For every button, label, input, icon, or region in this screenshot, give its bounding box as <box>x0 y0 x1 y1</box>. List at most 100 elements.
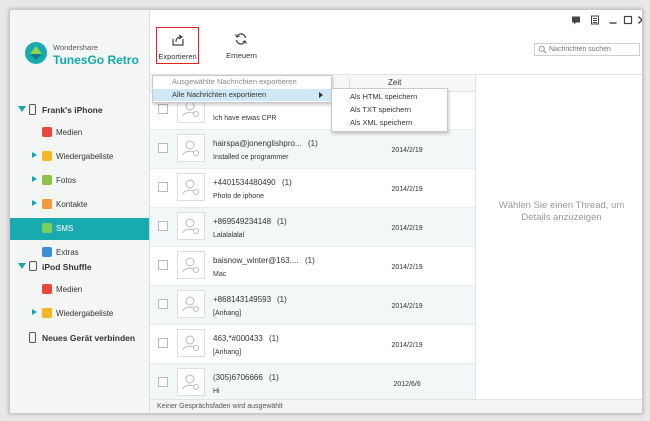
device-ipod-shuffle[interactable]: iPod Shuffle <box>10 257 149 277</box>
extras-icon <box>42 247 52 257</box>
minimize-icon[interactable] <box>608 15 618 25</box>
tunesgo-logo-icon <box>25 42 47 64</box>
thread-contact: hairspa@jonenglishpro... <box>213 139 302 148</box>
menu-item-label: Alle Nachrichten exportieren <box>172 90 267 99</box>
status-bar: Keiner Gesprächsfaden wird ausgewählt <box>150 399 642 413</box>
sidebar-item-label: SMS <box>56 224 74 233</box>
thread-row[interactable]: 463,*#000433 (1) [Anhang] 2014/2/19 <box>150 325 475 364</box>
avatar <box>177 368 205 396</box>
thread-date: 2012/6/6 <box>393 381 421 388</box>
row-checkbox[interactable] <box>158 299 168 309</box>
app-window: Wondershare TunesGo Retro Frank's iPhone… <box>9 9 643 414</box>
sidebar: Wondershare TunesGo Retro Frank's iPhone… <box>10 10 150 413</box>
search-box[interactable] <box>534 43 640 56</box>
thread-preview: Mac <box>213 271 227 278</box>
maximize-icon[interactable] <box>623 15 633 25</box>
thread-preview: Hi <box>213 388 220 395</box>
thread-row[interactable]: baisnow_winter@163.... (1) Mac 2014/2/19 <box>150 247 475 286</box>
sidebar-item-medien[interactable]: Medien <box>10 122 149 144</box>
phone-icon <box>29 104 36 115</box>
sidebar-item-wiedergabeliste[interactable]: Wiedergabeliste <box>10 303 149 325</box>
thread-count: (1) <box>282 178 292 187</box>
brand-subtitle: Wondershare <box>53 43 98 52</box>
expand-arrow-icon[interactable] <box>32 176 37 182</box>
thread-row[interactable]: (305)6706666 (1) Hi 2012/6/6 <box>150 364 475 403</box>
thread-row[interactable]: +4401534480490 (1) Photo de iphone 2014/2/1… <box>150 169 475 208</box>
thread-date: 2014/2/19 <box>391 342 423 349</box>
row-checkbox[interactable] <box>158 221 168 231</box>
thread-count: (1) <box>269 334 279 343</box>
expand-arrow-icon[interactable] <box>32 200 37 206</box>
menu-item-save-txt[interactable]: Als TXT speichern <box>332 103 447 116</box>
sidebar-item-medien[interactable]: Medien <box>10 279 149 301</box>
contact-avatar-icon <box>182 374 199 390</box>
device-franks-iphone[interactable]: Frank's iPhone <box>10 100 149 120</box>
row-checkbox[interactable] <box>158 143 168 153</box>
expand-arrow-icon[interactable] <box>32 309 37 315</box>
sidebar-item-label: Wiedergabeliste <box>56 152 114 161</box>
search-icon <box>538 45 547 54</box>
playlist-icon <box>42 151 52 161</box>
collapse-arrow-icon[interactable] <box>18 263 26 269</box>
sidebar-item-label: Extras <box>56 248 79 257</box>
thread-row[interactable]: +869549234148 (1) Lalalalalal 2014/2/19 <box>150 208 475 247</box>
thread-contact: +868143149593 <box>213 295 272 304</box>
thread-preview: Lalalalalal <box>213 232 245 239</box>
music-icon <box>42 284 52 294</box>
search-input[interactable] <box>549 44 637 55</box>
collapse-arrow-icon[interactable] <box>18 106 26 112</box>
row-checkbox[interactable] <box>158 338 168 348</box>
thread-count: (1) <box>269 373 279 382</box>
thread-count: (1) <box>277 295 287 304</box>
device-connect-icon <box>29 332 36 343</box>
connect-label: Neues Gerät verbinden <box>42 333 136 343</box>
avatar <box>177 251 205 279</box>
sidebar-item-wiedergabeliste[interactable]: Wiedergabeliste <box>10 146 149 168</box>
sidebar-item-sms[interactable]: SMS <box>10 218 149 240</box>
menu-item-save-html[interactable]: Als HTML speichern <box>332 90 447 103</box>
expand-arrow-icon[interactable] <box>32 152 37 158</box>
sidebar-item-label: Medien <box>56 128 83 137</box>
empty-detail-message: Wählen Sie einen Thread, um Details anzu… <box>498 200 625 223</box>
sms-icon <box>42 223 52 233</box>
refresh-button[interactable]: Erneuern <box>220 27 263 64</box>
status-text: Keiner Gesprächsfaden wird ausgewählt <box>157 403 283 410</box>
menu-item-label: Als XML speichern <box>350 118 413 127</box>
thread-contact: +869549234148 <box>213 217 272 226</box>
contact-avatar-icon <box>182 335 199 351</box>
sidebar-item-fotos[interactable]: Fotos <box>10 170 149 192</box>
menu-icon[interactable] <box>590 15 600 25</box>
thread-contact: 463,*#000433 <box>213 334 263 343</box>
refresh-label: Erneuern <box>226 51 257 60</box>
export-button[interactable]: Exportieren <box>156 27 199 64</box>
contact-avatar-icon <box>182 296 199 312</box>
thread-preview: [Anhang] <box>213 310 242 317</box>
row-checkbox[interactable] <box>158 260 168 270</box>
brand-title: TunesGo Retro <box>53 53 139 67</box>
menu-item-export-all[interactable]: Alle Nachrichten exportieren <box>153 89 331 101</box>
export-label: Exportieren <box>158 52 197 61</box>
row-checkbox[interactable] <box>158 182 168 192</box>
refresh-icon <box>234 33 248 45</box>
thread-row[interactable]: hairspa@jonenglishpro... (1) Installed ce … <box>150 130 475 169</box>
sidebar-item-kontakte[interactable]: Kontakte <box>10 194 149 216</box>
thread-row[interactable]: +868143149593 (1) [Anhang] 2014/2/19 <box>150 286 475 325</box>
thread-preview: Photo de iphone <box>213 193 264 200</box>
column-divider <box>349 78 350 88</box>
ipod-icon <box>29 261 37 271</box>
column-header-time[interactable]: Zeit <box>388 78 401 87</box>
submenu-arrow-icon <box>319 92 323 98</box>
menu-item-export-selected[interactable]: Ausgewählte Nachrichten exportieren <box>153 76 331 88</box>
thread-contact: (305)6706666 <box>213 373 263 382</box>
connect-new-device[interactable]: Neues Gerät verbinden <box>10 328 149 348</box>
row-checkbox[interactable] <box>158 377 168 387</box>
sidebar-item-label: Kontakte <box>56 200 88 209</box>
feedback-icon[interactable] <box>571 15 581 25</box>
row-checkbox[interactable] <box>158 104 168 114</box>
close-icon[interactable] <box>637 15 643 25</box>
menu-item-save-xml[interactable]: Als XML speichern <box>332 116 447 129</box>
toolbar: Exportieren Erneuern <box>150 10 642 74</box>
contacts-icon <box>42 199 52 209</box>
export-icon <box>172 34 184 46</box>
photos-icon <box>42 175 52 185</box>
